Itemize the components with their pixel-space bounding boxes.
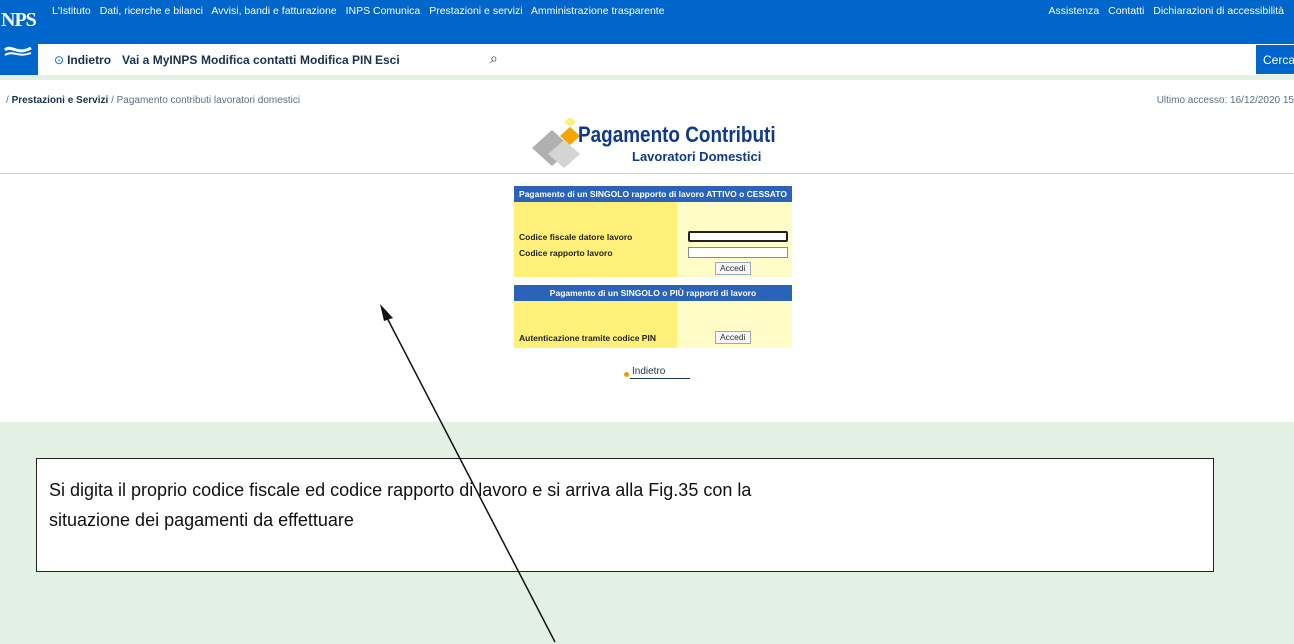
top-link-trasparente[interactable]: Amministrazione trasparente (531, 5, 665, 17)
esci-link[interactable]: Esci (375, 53, 400, 67)
link-contatti[interactable]: Contatti (1108, 5, 1144, 17)
search-input[interactable] (508, 48, 1288, 70)
myinps-link[interactable]: Vai a MyINPS (122, 53, 197, 67)
top-link-dati[interactable]: Dati, ricerche e bilanci (100, 5, 203, 17)
modifica-pin-link[interactable]: Modifica PIN (300, 53, 372, 67)
breadcrumb: / Prestazioni e Servizi / Pagamento cont… (6, 95, 300, 106)
cf-label: Codice fiscale datore lavoro (514, 229, 677, 245)
inps-logo[interactable]: NPS (0, 0, 38, 75)
search-button[interactable]: Cerca (1256, 45, 1294, 74)
codice-rapporto-input[interactable] (688, 247, 788, 258)
payment-form: Pagamento di un SINGOLO rapporto di lavo… (514, 186, 792, 348)
annotation-callout: Si digita il proprio codice fiscale ed c… (36, 458, 1214, 572)
breadcrumb-section[interactable]: Prestazioni e Servizi (12, 95, 109, 106)
nav-bar: ⊙ Indietro Vai a MyINPS Modifica contatti… (38, 44, 1294, 75)
last-access: Ultimo accesso: 16/12/2020 15 (1156, 95, 1294, 106)
indietro-label: Indietro (632, 366, 666, 377)
accedi-pin-button[interactable]: Accedi (715, 331, 751, 344)
link-assistenza[interactable]: Assistenza (1048, 5, 1099, 17)
logo-text: NPS (1, 9, 37, 31)
form-row (514, 215, 792, 229)
top-link-avvisi[interactable]: Avvisi, bandi e fatturazione (211, 5, 336, 17)
section2-header: Pagamento di un SINGOLO o PIÙ rapporti d… (514, 285, 792, 301)
annotation-line-1: Si digita il proprio codice fiscale ed c… (49, 480, 752, 500)
banner-subtitle: Lavoratori Domestici (632, 149, 762, 164)
code-label: Codice rapporto lavoro (514, 245, 677, 261)
screenshot-frame: L'Istituto Dati, ricerche e bilanci Avvi… (0, 0, 1294, 644)
top-bar: L'Istituto Dati, ricerche e bilanci Avvi… (0, 0, 1294, 44)
form-row-cf: Codice fiscale datore lavoro (514, 229, 792, 245)
right-links: Assistenza Contatti Dichiarazioni di acc… (1042, 5, 1284, 17)
divider (0, 173, 1294, 174)
form-row (514, 314, 792, 328)
codice-fiscale-input[interactable] (688, 231, 788, 242)
form-row-accedi: Accedi (514, 261, 792, 277)
top-link-prestazioni[interactable]: Prestazioni e servizi (429, 5, 522, 17)
form-row-code: Codice rapporto lavoro (514, 245, 792, 261)
section1-header: Pagamento di un SINGOLO rapporto di lavo… (514, 186, 792, 202)
breadcrumb-sep: / (111, 95, 114, 106)
form-row (514, 202, 792, 215)
accedi-button[interactable]: Accedi (715, 262, 751, 275)
banner-title: Pagamento Contributi (578, 122, 776, 147)
form-row (514, 301, 792, 314)
back-circle-icon: ⊙ (54, 53, 65, 67)
breadcrumb-current: Pagamento contributi lavoratori domestic… (116, 95, 301, 106)
breadcrumb-sep: / (6, 95, 9, 106)
modifica-contatti-link[interactable]: Modifica contatti (201, 53, 296, 67)
pin-label: Autenticazione tramite codice PIN (514, 328, 677, 348)
link-underline (630, 378, 690, 379)
indietro-link[interactable]: Indietro (624, 366, 690, 379)
back-button[interactable]: ⊙ Indietro (54, 53, 111, 67)
search-icon: ⌕ (490, 50, 498, 66)
logo-wave-icon (3, 46, 32, 56)
top-link-comunica[interactable]: INPS Comunica (346, 5, 421, 17)
annotation-line-2: situazione dei pagamenti da effettuare (49, 510, 354, 530)
back-label: Indietro (67, 53, 112, 67)
link-accessibilita[interactable]: Dichiarazioni di accessibilità (1153, 5, 1284, 17)
form-row-pin: Autenticazione tramite codice PIN Accedi (514, 328, 792, 348)
top-link-istituto[interactable]: L'Istituto (52, 5, 91, 17)
top-links: L'Istituto Dati, ricerche e bilanci Avvi… (52, 5, 671, 17)
bullet-icon (624, 372, 629, 377)
